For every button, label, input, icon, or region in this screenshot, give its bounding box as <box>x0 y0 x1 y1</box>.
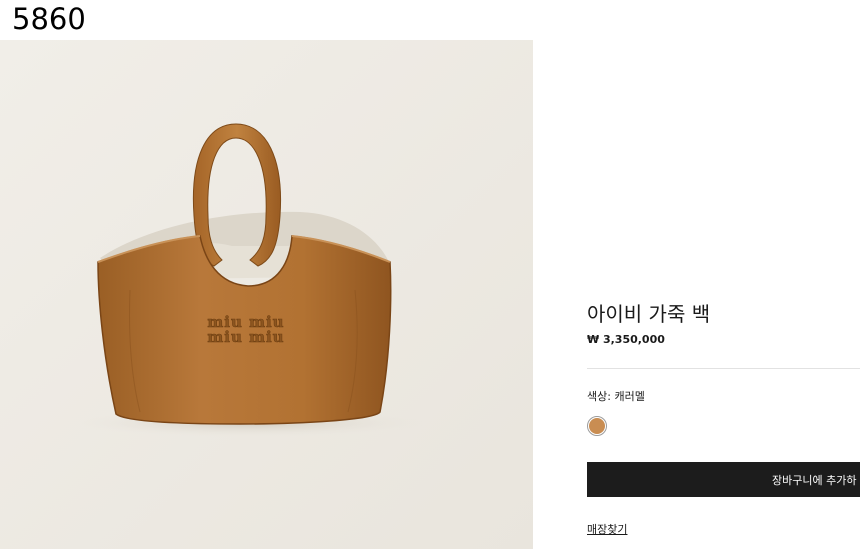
find-store-link[interactable]: 매장찾기 <box>587 521 627 537</box>
color-swatch-caramel[interactable] <box>587 416 607 436</box>
color-swatch-fill <box>589 418 605 434</box>
product-image[interactable]: miu miu miu miu <box>0 40 533 549</box>
color-label-row: 색상: 캐러멜 <box>587 388 645 404</box>
add-to-cart-button[interactable]: 장바구니에 추가하 <box>587 462 860 497</box>
product-name: 아이비 가죽 백 <box>587 302 711 326</box>
color-value: 캐러멜 <box>614 390 645 403</box>
divider <box>587 368 860 369</box>
bag-illustration: miu miu miu miu <box>0 40 533 549</box>
product-info-panel: 아이비 가죽 백 ₩ 3,350,000 색상: 캐러멜 장바구니에 추가하 매… <box>587 0 860 549</box>
logo-emboss-bottom: miu miu <box>207 328 284 346</box>
color-label: 색상: <box>587 390 611 403</box>
product-price: ₩ 3,350,000 <box>587 333 665 346</box>
product-page: 5860 miu miu miu miu 아이비 가죽 백 ₩ 3,350,00… <box>0 0 860 549</box>
overlay-id-label: 5860 <box>12 2 86 36</box>
